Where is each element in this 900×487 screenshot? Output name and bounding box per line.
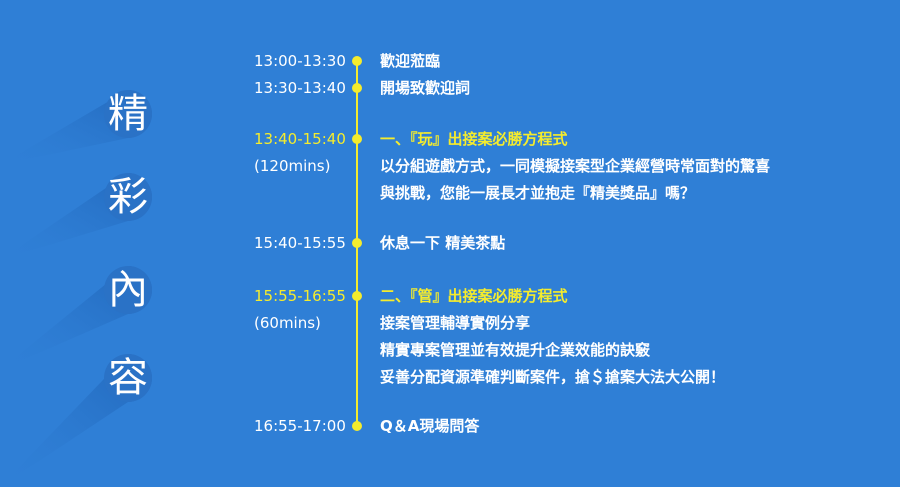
timeline-dot [352,56,362,66]
schedule-time: 13:30-13:40 [254,79,346,97]
timeline-dot [352,134,362,144]
schedule-time: 16:55-17:00 [254,417,346,435]
schedule-item-desc: 接案管理輔導實例分享 [380,314,531,332]
timeline-dot [352,421,362,431]
schedule-time: 15:55-16:55 [254,287,346,305]
schedule-item-desc: 妥善分配資源準確判斷案件，搶＄搶案大法大公開！ [380,368,726,386]
schedule-item-desc: 與挑戰，您能一展長才並抱走『精美獎品』嗎？ [380,184,696,202]
timeline-dot [352,83,362,93]
schedule-item-title: 二、『管』出接案必勝方程式 [380,287,568,305]
timeline-dot [352,291,362,301]
schedule-duration: (60mins) [254,314,321,332]
schedule-item-desc: 精實專案管理並有效提升企業效能的訣竅 [380,341,651,359]
schedule-duration: (120mins) [254,157,331,175]
schedule-item-title: 歡迎蒞臨 [380,52,441,70]
schedule-item-desc: 以分組遊戲方式，一同模擬接案型企業經營時常面對的驚喜 [380,157,771,175]
schedule-time: 13:00-13:30 [254,52,346,70]
schedule-item-title: 休息一下 精美茶點 [380,234,506,252]
title-char-3: 內 [108,267,148,313]
schedule-item-title: Q＆A現場問答 [380,417,480,435]
title-char-4: 容 [108,355,148,401]
schedule-item-title: 開場致歡迎詞 [380,79,471,97]
title-char-2: 彩 [108,174,148,220]
schedule-time: 13:40-15:40 [254,130,346,148]
timeline-dot [352,238,362,248]
schedule-time: 15:40-15:55 [254,234,346,252]
title-char-1: 精 [108,91,148,137]
schedule-item-title: 一、『玩』出接案必勝方程式 [380,130,568,148]
